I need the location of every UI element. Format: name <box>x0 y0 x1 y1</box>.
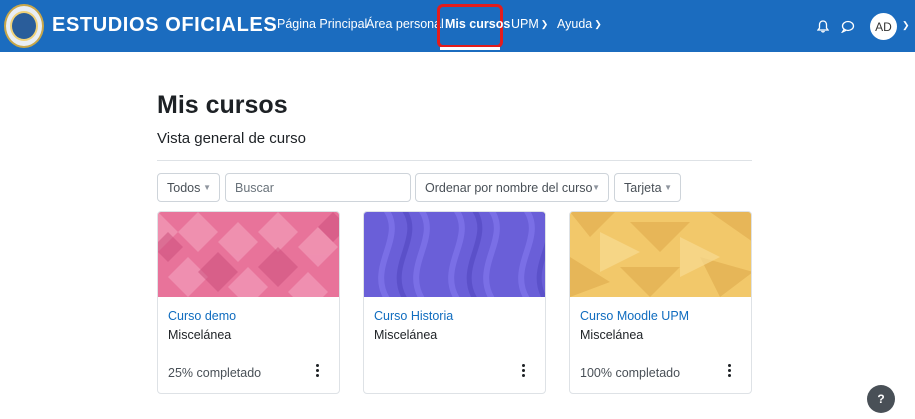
help-button[interactable]: ? <box>867 385 895 413</box>
view-value: Tarjeta <box>624 180 662 195</box>
chevron-down-icon: ▼ <box>664 183 672 192</box>
course-card[interactable]: Curso Moodle UPM Miscelánea 100% complet… <box>569 211 752 394</box>
chevron-down-icon: ❯ <box>540 19 549 29</box>
course-image[interactable] <box>364 212 546 297</box>
site-brand[interactable]: ESTUDIOS OFICIALES <box>52 14 277 37</box>
course-name[interactable]: Curso demo <box>168 309 236 323</box>
nav-dashboard[interactable]: Área personal <box>366 17 444 31</box>
course-name[interactable]: Curso Moodle UPM <box>580 309 689 323</box>
nav-home[interactable]: Página Principal <box>277 17 367 31</box>
course-image[interactable] <box>570 212 752 297</box>
sort-value: Ordenar por nombre del curso <box>425 180 593 195</box>
active-nav-underline <box>440 47 500 50</box>
top-navbar: ESTUDIOS OFICIALES Página Principal Área… <box>0 0 915 52</box>
page-title: Mis cursos <box>157 91 288 119</box>
divider <box>157 160 752 161</box>
nav-help-menu[interactable]: Ayuda ❯ <box>557 17 602 31</box>
sort-select[interactable]: Ordenar por nombre del curso ▼ <box>415 173 609 202</box>
bell-icon[interactable] <box>817 20 829 33</box>
course-card[interactable]: Curso demo Miscelánea 25% completado <box>157 211 340 394</box>
search-placeholder: Buscar <box>235 180 274 195</box>
more-options-icon[interactable] <box>518 363 528 379</box>
chevron-down-icon[interactable]: ❯ <box>902 20 910 31</box>
nav-my-courses[interactable]: Mis cursos <box>445 17 510 31</box>
chevron-down-icon: ❯ <box>594 19 602 29</box>
university-logo[interactable] <box>4 4 44 48</box>
user-avatar[interactable]: AD <box>870 13 897 40</box>
course-image[interactable] <box>158 212 340 297</box>
course-progress: 25% completado <box>168 366 262 380</box>
view-select[interactable]: Tarjeta ▼ <box>614 173 681 202</box>
course-progress: 100% completado <box>580 366 681 380</box>
course-category: Miscelánea <box>580 328 644 342</box>
course-name[interactable]: Curso Historia <box>374 309 453 323</box>
more-options-icon[interactable] <box>312 363 322 379</box>
nav-upm-label: UPM <box>511 17 539 31</box>
chevron-down-icon: ▼ <box>203 183 211 192</box>
section-subtitle: Vista general de curso <box>157 130 306 147</box>
course-card[interactable]: Curso Historia Miscelánea <box>363 211 546 394</box>
course-category: Miscelánea <box>374 328 438 342</box>
grouping-value: Todos <box>167 180 201 195</box>
nav-upm-menu[interactable]: UPM ❯ <box>511 17 548 31</box>
nav-help-label: Ayuda <box>557 17 593 31</box>
chat-icon[interactable] <box>841 20 855 33</box>
grouping-select[interactable]: Todos ▼ <box>157 173 220 202</box>
course-category: Miscelánea <box>168 328 232 342</box>
search-input[interactable]: Buscar <box>225 173 411 202</box>
more-options-icon[interactable] <box>724 363 734 379</box>
chevron-down-icon: ▼ <box>592 183 600 192</box>
